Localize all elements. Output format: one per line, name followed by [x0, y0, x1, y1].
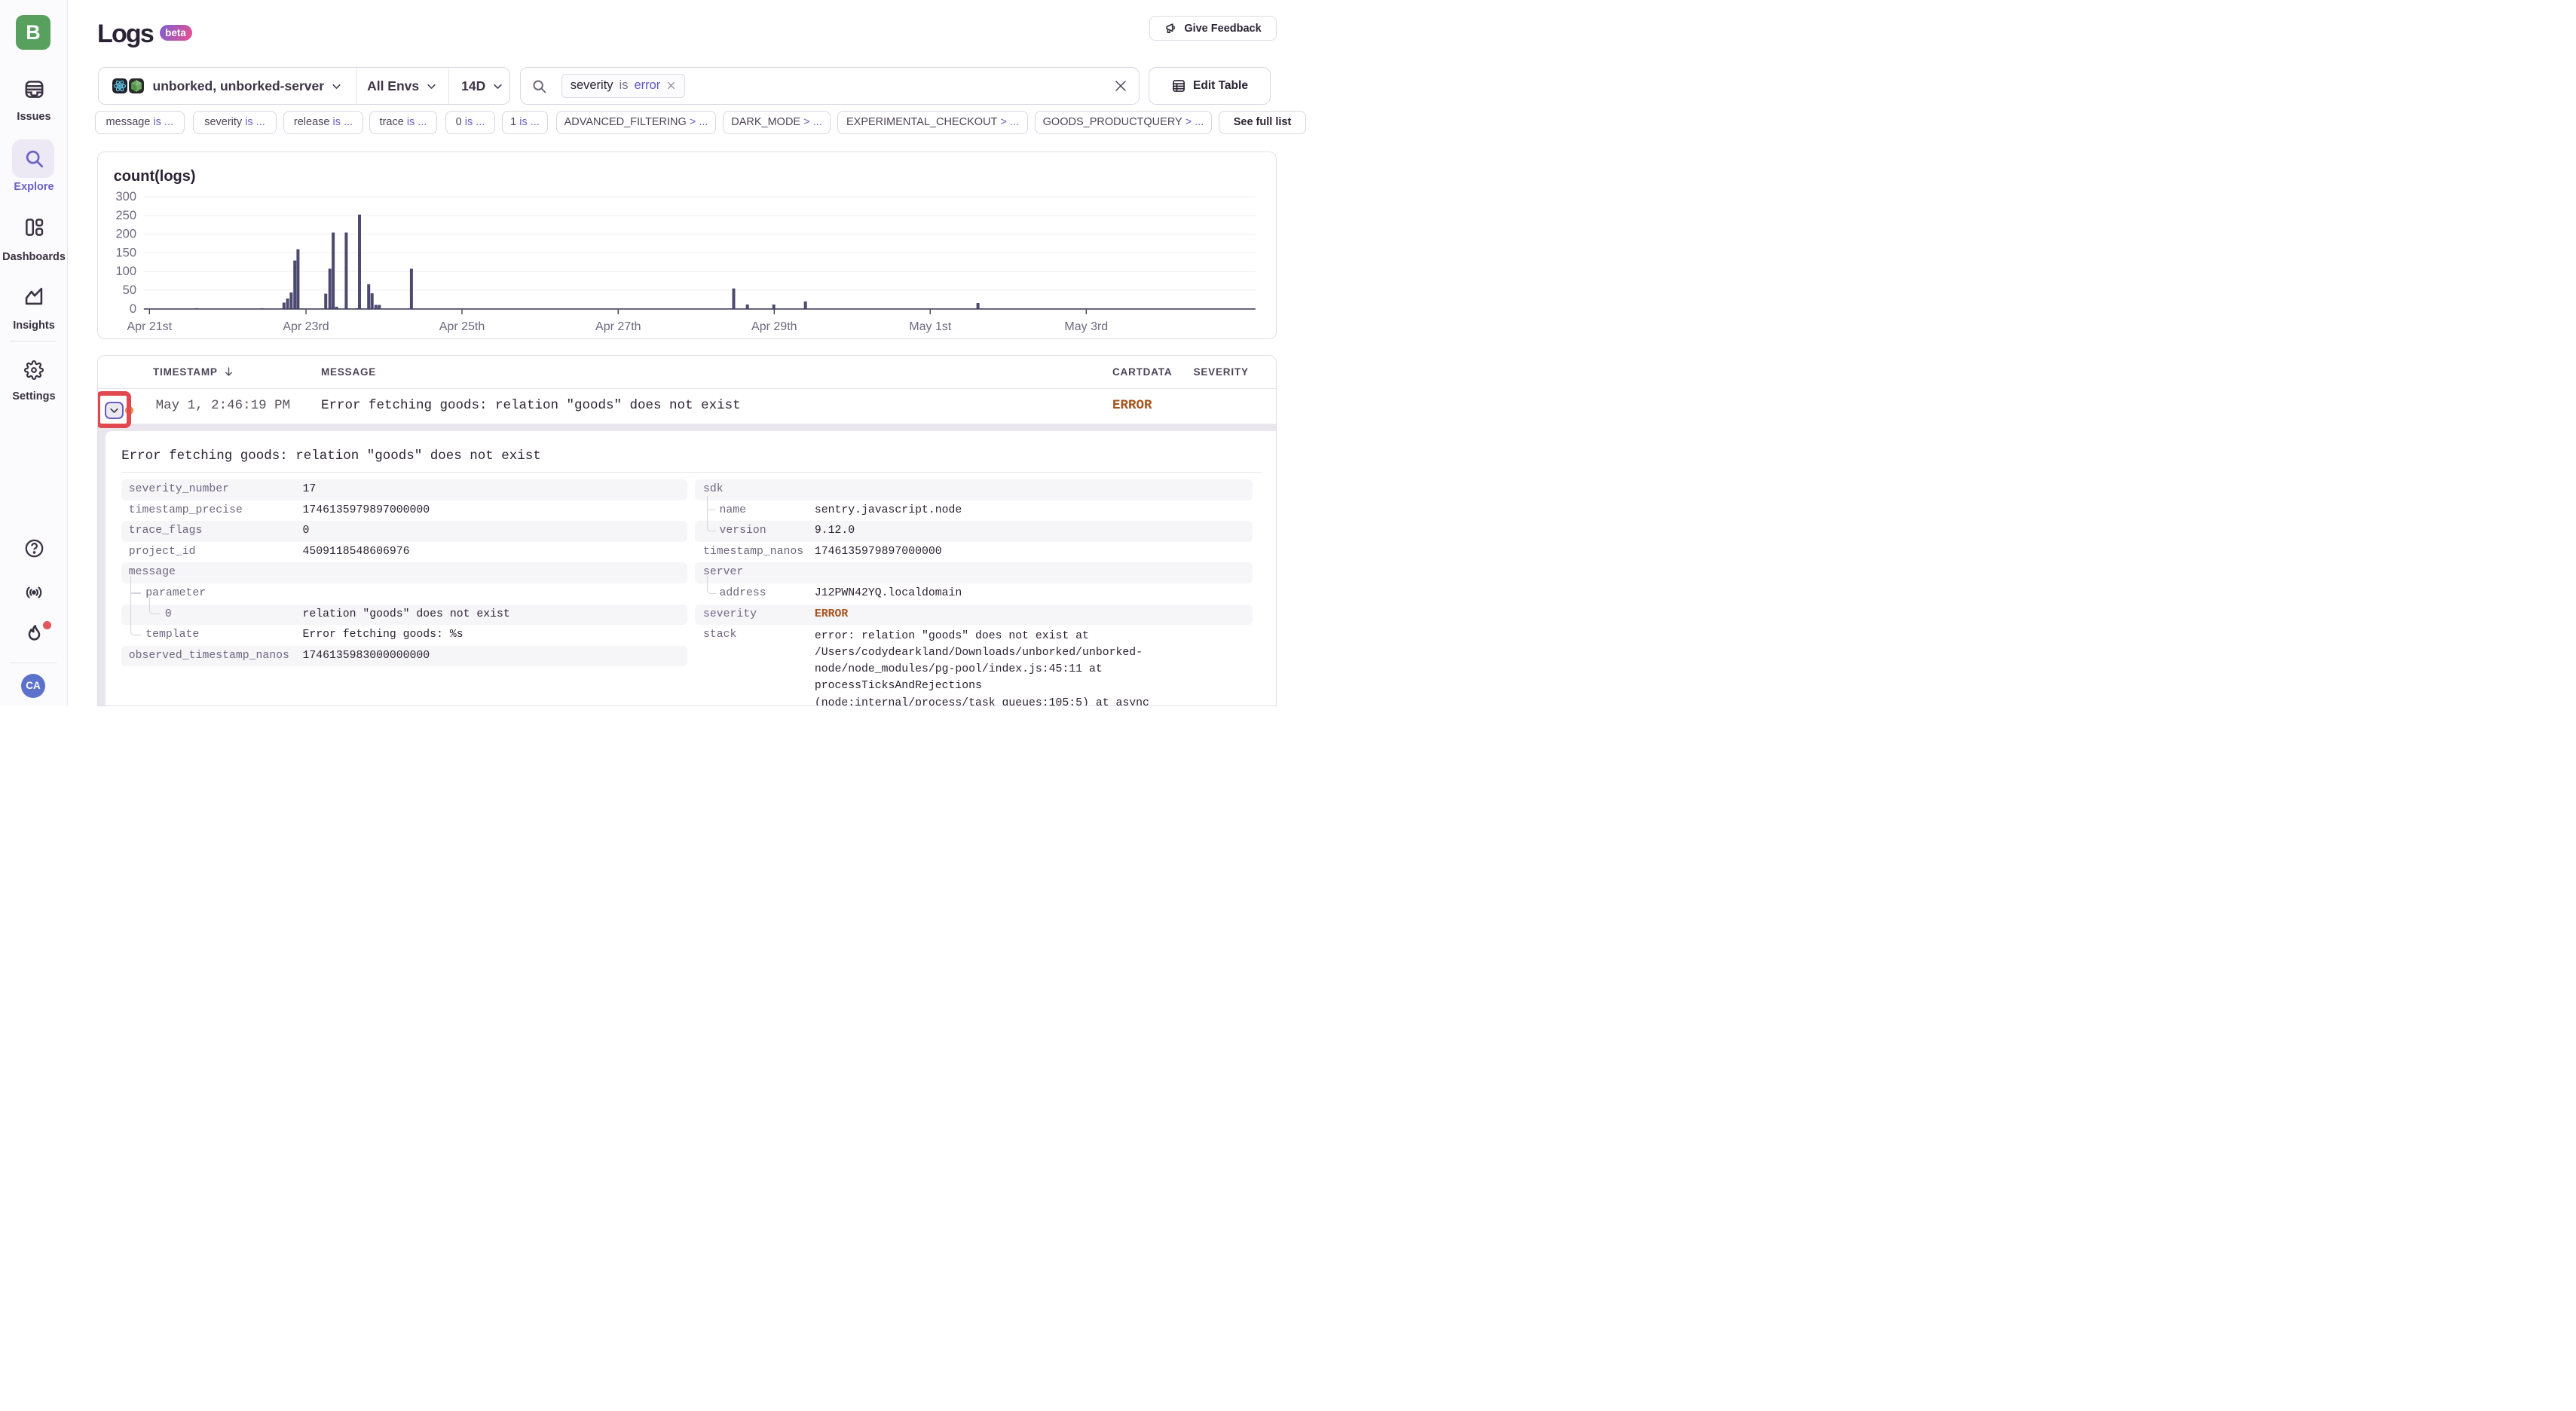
- svg-text:Apr 27th: Apr 27th: [595, 320, 641, 333]
- svg-text:0: 0: [130, 301, 136, 315]
- svg-text:100: 100: [115, 265, 136, 278]
- svg-text:Apr 21st: Apr 21st: [127, 320, 172, 333]
- svg-text:300: 300: [115, 190, 136, 204]
- svg-text:Apr 23rd: Apr 23rd: [283, 320, 329, 333]
- svg-text:Apr 29th: Apr 29th: [751, 320, 797, 333]
- svg-text:May 1st: May 1st: [909, 320, 952, 333]
- svg-text:250: 250: [115, 209, 136, 222]
- svg-text:50: 50: [122, 283, 136, 297]
- svg-text:Apr 25th: Apr 25th: [439, 320, 484, 333]
- svg-text:200: 200: [115, 227, 136, 240]
- svg-text:150: 150: [115, 246, 136, 259]
- svg-text:May 3rd: May 3rd: [1064, 320, 1108, 333]
